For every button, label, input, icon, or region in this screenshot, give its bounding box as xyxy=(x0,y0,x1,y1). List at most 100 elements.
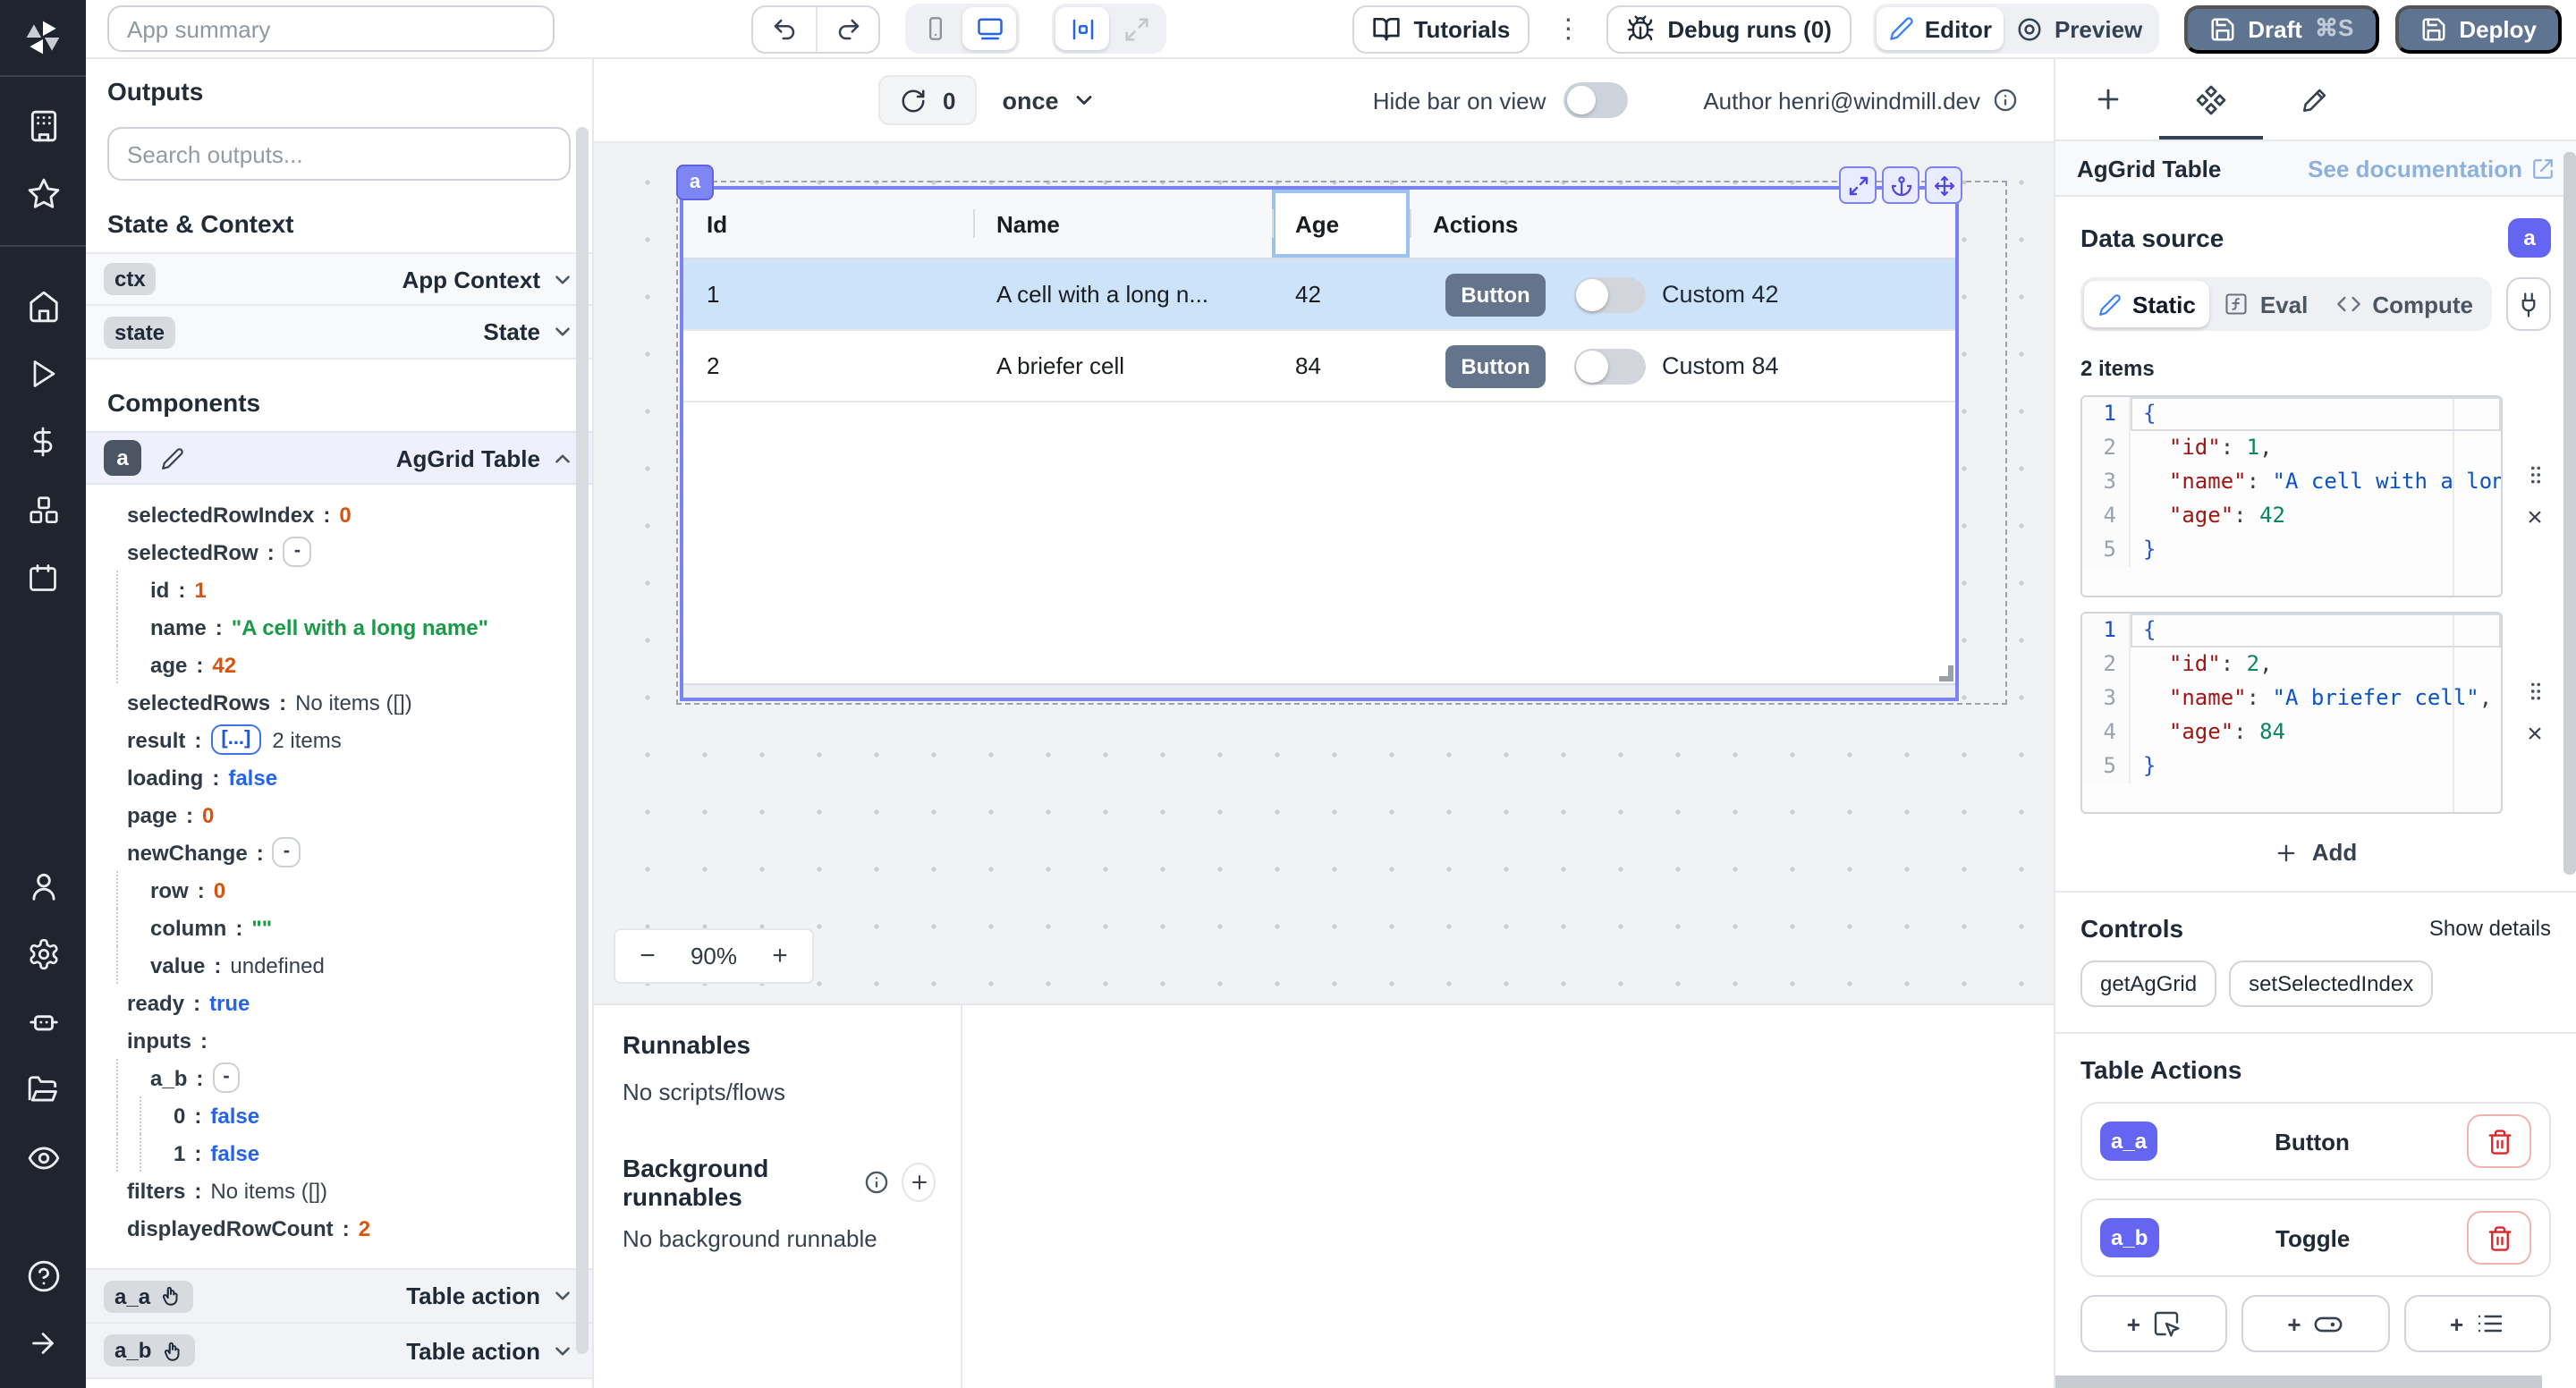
control-pill[interactable]: getAgGrid xyxy=(2080,961,2216,1007)
add-button-action-button[interactable]: + xyxy=(2080,1295,2228,1352)
json-editor[interactable]: 1{2 "id": 2,3 "name": "A briefer cell",4… xyxy=(2080,612,2503,814)
home-icon[interactable] xyxy=(0,272,86,340)
grid-cell-age[interactable]: 42 xyxy=(1272,259,1410,329)
undo-button[interactable] xyxy=(753,6,816,51)
help-icon[interactable] xyxy=(0,1241,86,1309)
tutorials-button[interactable]: Tutorials xyxy=(1353,4,1530,53)
outputs-scrollbar[interactable] xyxy=(576,127,589,1354)
search-outputs-input[interactable] xyxy=(107,127,571,181)
add-toggle-action-button[interactable]: + xyxy=(2242,1295,2390,1352)
prop-expand-chip[interactable]: - xyxy=(212,1062,240,1093)
action-id-badge[interactable]: a_a xyxy=(2100,1121,2157,1161)
ctx-row[interactable]: ctx App Context xyxy=(86,252,592,306)
add-select-action-button[interactable]: + xyxy=(2403,1295,2551,1352)
app-canvas[interactable]: a IdNameAgeActions 1A cell with a long n… xyxy=(594,141,2054,1003)
move-component-icon[interactable] xyxy=(1925,166,1962,204)
grid-cell-name[interactable]: A briefer cell xyxy=(973,331,1272,401)
add-background-runnable-button[interactable] xyxy=(902,1163,936,1202)
redo-button[interactable] xyxy=(816,6,878,51)
tab-insert-component[interactable] xyxy=(2055,59,2159,140)
row-action-button[interactable]: Button xyxy=(1445,273,1546,316)
delete-action-button[interactable] xyxy=(2467,1211,2531,1265)
eval-mode-tab[interactable]: Eval xyxy=(2210,281,2323,327)
row-action-button[interactable]: Button xyxy=(1445,344,1546,387)
state-row[interactable]: state State xyxy=(86,306,592,360)
drag-handle-icon[interactable] xyxy=(2523,463,2546,487)
resize-handle[interactable] xyxy=(1939,665,1953,681)
compute-mode-tab[interactable]: Compute xyxy=(2322,281,2487,327)
resources-icon[interactable] xyxy=(0,476,86,544)
see-documentation-link[interactable]: See documentation xyxy=(2308,155,2555,182)
hide-bar-label: Hide bar on view xyxy=(1373,87,1546,114)
variables-icon[interactable] xyxy=(0,408,86,476)
tab-component-settings[interactable] xyxy=(2159,59,2263,140)
refresh-mode-dropdown[interactable]: once xyxy=(1002,87,1096,114)
fullwidth-layout-button[interactable] xyxy=(1109,7,1163,50)
add-item-button[interactable]: Add xyxy=(2275,839,2358,866)
prop-expand-chip[interactable]: - xyxy=(273,837,301,868)
component-tag[interactable]: a xyxy=(676,165,714,200)
draft-button[interactable]: Draft ⌘S xyxy=(2183,4,2378,53)
drag-handle-icon[interactable] xyxy=(2523,680,2546,703)
aggrid-table-component[interactable]: IdNameAgeActions 1A cell with a long n..… xyxy=(680,186,1959,701)
grid-row[interactable]: 2A briefer cell84ButtonCustom 84 xyxy=(683,331,1955,402)
action-id-badge[interactable]: a_b xyxy=(2100,1218,2158,1257)
delete-item-icon[interactable]: × xyxy=(2527,508,2543,529)
hide-bar-toggle[interactable] xyxy=(1563,82,1628,118)
show-details-link[interactable]: Show details xyxy=(2429,916,2551,941)
workspace-icon[interactable] xyxy=(0,91,86,159)
grid-hscrollbar[interactable] xyxy=(683,683,1955,698)
output-action-row[interactable]: a_bTable action xyxy=(86,1324,592,1379)
app-summary-input[interactable] xyxy=(107,5,555,52)
audit-eye-icon[interactable] xyxy=(0,1123,86,1191)
favorites-icon[interactable] xyxy=(0,159,86,227)
json-editor[interactable]: 1{2 "id": 1,3 "name": "A cell with a lon… xyxy=(2080,395,2503,597)
grid-cell-id[interactable]: 1 xyxy=(683,259,973,329)
settings-scrollbar[interactable] xyxy=(2563,152,2576,875)
row-action-toggle[interactable] xyxy=(1574,348,1646,384)
prop-expand-chip[interactable]: [...] xyxy=(210,724,261,755)
folders-icon[interactable] xyxy=(0,1055,86,1123)
connect-plug-button[interactable] xyxy=(2505,277,2551,331)
grid-cell-id[interactable]: 2 xyxy=(683,331,973,401)
zoom-out-button[interactable]: − xyxy=(633,941,662,971)
center-layout-button[interactable] xyxy=(1055,7,1109,50)
grid-column-header[interactable]: Id xyxy=(683,190,973,258)
info-icon[interactable] xyxy=(1993,88,2018,113)
preview-tab[interactable]: Preview xyxy=(2004,7,2155,50)
settings-hscrollbar[interactable] xyxy=(2055,1375,2542,1388)
windmill-logo[interactable] xyxy=(0,0,86,75)
output-action-row[interactable]: a_aTable action xyxy=(86,1268,592,1324)
static-mode-tab[interactable]: Static xyxy=(2084,281,2210,327)
zoom-in-button[interactable]: + xyxy=(766,941,794,971)
prop-expand-chip[interactable]: - xyxy=(284,537,311,567)
expand-sidebar-icon[interactable] xyxy=(0,1309,86,1377)
anchor-component-icon[interactable] xyxy=(1882,166,1919,204)
grid-column-header[interactable]: Age xyxy=(1272,190,1410,258)
debug-runs-button[interactable]: Debug runs (0) xyxy=(1606,4,1851,53)
grid-row[interactable]: 1A cell with a long n...42ButtonCustom 4… xyxy=(683,259,1955,331)
component-header-row[interactable]: a AgGrid Table xyxy=(86,431,592,485)
grid-cell-name[interactable]: A cell with a long n... xyxy=(973,259,1272,329)
user-icon[interactable] xyxy=(0,851,86,919)
runs-icon[interactable] xyxy=(0,340,86,408)
more-menu-icon[interactable]: ⋮ xyxy=(1544,13,1592,45)
row-action-toggle[interactable] xyxy=(1574,276,1646,312)
deploy-button[interactable]: Deploy xyxy=(2394,4,2562,53)
control-pill[interactable]: setSelectedIndex xyxy=(2229,961,2433,1007)
tab-styling[interactable] xyxy=(2263,59,2367,140)
delete-action-button[interactable] xyxy=(2467,1114,2531,1168)
mobile-view-button[interactable] xyxy=(909,7,962,50)
grid-column-header[interactable]: Name xyxy=(973,190,1272,258)
expand-component-icon[interactable] xyxy=(1839,166,1877,204)
info-icon[interactable] xyxy=(864,1170,889,1195)
schedules-icon[interactable] xyxy=(0,544,86,612)
settings-icon[interactable] xyxy=(0,919,86,987)
delete-item-icon[interactable]: × xyxy=(2527,724,2543,746)
editor-tab[interactable]: Editor xyxy=(1877,7,2004,50)
edit-component-id-icon[interactable] xyxy=(152,438,191,478)
grid-cell-age[interactable]: 84 xyxy=(1272,331,1410,401)
ai-robot-icon[interactable] xyxy=(0,987,86,1055)
refresh-button[interactable]: 0 xyxy=(878,75,977,125)
desktop-view-button[interactable] xyxy=(962,7,1016,50)
